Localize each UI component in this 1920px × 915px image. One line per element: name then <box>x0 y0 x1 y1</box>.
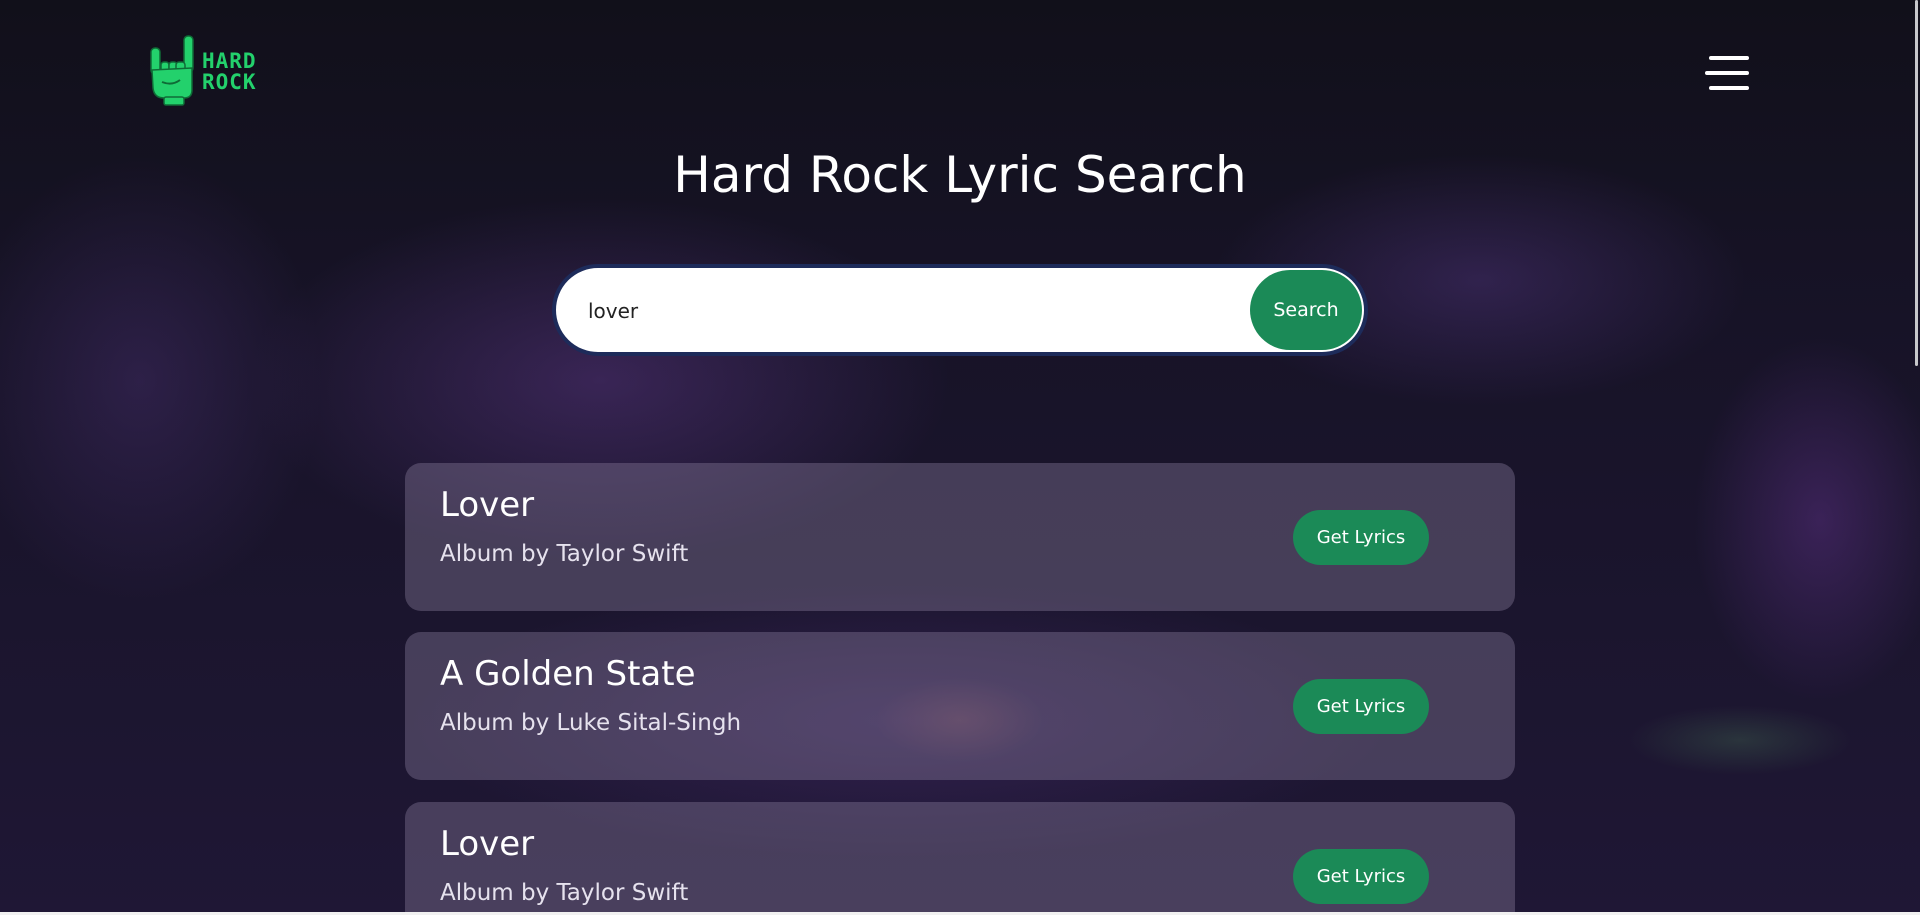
scrollbar-thumb[interactable] <box>1915 0 1918 366</box>
hamburger-menu-icon[interactable] <box>1705 56 1749 90</box>
result-title: Lover <box>440 824 535 864</box>
page: HARD ROCK Hard Rock Lyric Search Search … <box>0 0 1920 915</box>
search-bar: Search <box>552 264 1368 356</box>
get-lyrics-button[interactable]: Get Lyrics <box>1293 510 1429 565</box>
result-title: Lover <box>440 485 535 525</box>
page-title: Hard Rock Lyric Search <box>673 146 1247 204</box>
result-subtitle: Album by Taylor Swift <box>440 880 689 906</box>
get-lyrics-button[interactable]: Get Lyrics <box>1293 679 1429 734</box>
search-button[interactable]: Search <box>1250 270 1362 350</box>
result-subtitle: Album by Luke Sital-Singh <box>440 710 742 736</box>
search-input[interactable] <box>586 268 1250 352</box>
logo[interactable]: HARD ROCK <box>148 34 257 110</box>
logo-text-line2: ROCK <box>202 70 257 94</box>
result-title: A Golden State <box>440 654 696 694</box>
result-subtitle: Album by Taylor Swift <box>440 541 689 567</box>
rock-hand-icon <box>150 35 194 106</box>
logo-text-line1: HARD <box>202 49 257 73</box>
get-lyrics-button[interactable]: Get Lyrics <box>1293 849 1429 904</box>
result-card: Lover Album by Taylor Swift Get Lyrics <box>405 802 1515 915</box>
result-card: A Golden State Album by Luke Sital-Singh… <box>405 632 1515 780</box>
result-card: Lover Album by Taylor Swift Get Lyrics <box>405 463 1515 611</box>
vertical-scrollbar[interactable] <box>1912 0 1920 915</box>
logo-text: HARD ROCK <box>202 51 257 93</box>
